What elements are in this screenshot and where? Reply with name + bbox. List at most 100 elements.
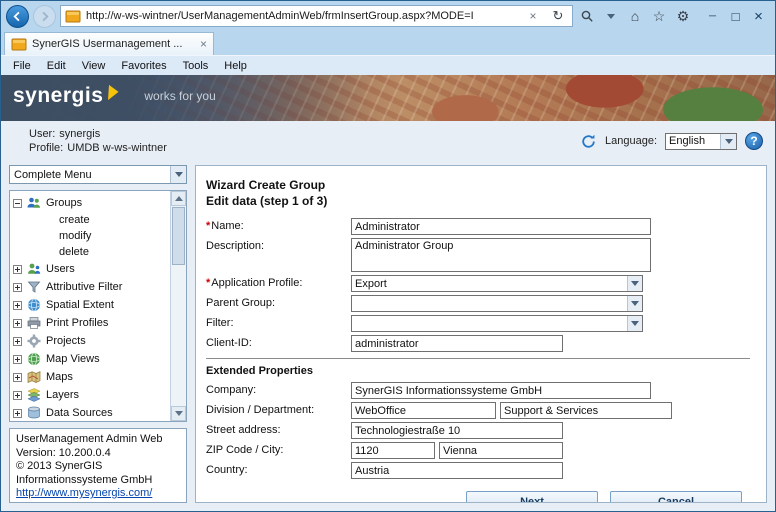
tree-item-label[interactable]: Data Sources: [46, 407, 113, 419]
favorites-button[interactable]: [649, 6, 669, 26]
chevron-down-icon: [631, 321, 639, 326]
tree-item-maps[interactable]: Maps: [13, 368, 167, 386]
tree-item-print-profiles[interactable]: Print Profiles: [13, 314, 167, 332]
tree-item-users[interactable]: Users: [13, 260, 167, 278]
search-button[interactable]: [577, 6, 597, 26]
tree-item-data-sources[interactable]: Data Sources: [13, 404, 167, 422]
banner-tagline: works for you: [144, 89, 215, 103]
description-textarea[interactable]: Administrator Group: [351, 238, 651, 272]
menu-view[interactable]: View: [74, 60, 114, 72]
forward-button[interactable]: [33, 5, 56, 28]
tree-item-label[interactable]: Attributive Filter: [46, 281, 122, 293]
globe-icon: [26, 297, 42, 313]
search-dropdown-button[interactable]: [601, 6, 621, 26]
application-profile-select[interactable]: Export: [351, 275, 643, 292]
tab-close-icon[interactable]: [200, 37, 207, 51]
minimize-button[interactable]: [701, 6, 724, 26]
chevron-down-icon: [175, 172, 183, 177]
reload-icon[interactable]: [580, 133, 597, 150]
navigation-tree: Groups create modify delete Users Attrib…: [9, 190, 187, 422]
expand-icon[interactable]: [13, 409, 22, 418]
section-divider: [206, 358, 750, 359]
street-input[interactable]: [351, 422, 563, 439]
tree-item-groups[interactable]: Groups: [13, 194, 167, 212]
forward-arrow-icon: [39, 11, 50, 22]
department-input[interactable]: [500, 402, 672, 419]
expand-icon[interactable]: [13, 301, 22, 310]
browser-tab[interactable]: SynerGIS Usermanagement ...: [4, 32, 214, 55]
expand-icon[interactable]: [13, 373, 22, 382]
next-button[interactable]: Next: [466, 491, 598, 503]
application-profile-value: Export: [355, 278, 387, 290]
menu-help[interactable]: Help: [216, 60, 255, 72]
form-row-client-id: Client-ID:: [206, 335, 756, 352]
maximize-button[interactable]: [724, 6, 747, 26]
expand-icon[interactable]: [13, 391, 22, 400]
scroll-down-button[interactable]: [171, 406, 186, 421]
tree-item-label[interactable]: Print Profiles: [46, 317, 108, 329]
tree-subitem-label[interactable]: modify: [59, 230, 91, 242]
user-label: User:: [29, 127, 55, 141]
menu-mode-select[interactable]: Complete Menu: [9, 165, 187, 184]
company-input[interactable]: [351, 382, 651, 399]
tree-subitem-delete[interactable]: delete: [13, 244, 167, 260]
tree-item-spatial-extent[interactable]: Spatial Extent: [13, 296, 167, 314]
tree-item-label[interactable]: Maps: [46, 371, 73, 383]
cancel-button[interactable]: Cancel: [610, 491, 742, 503]
back-button[interactable]: [6, 5, 29, 28]
client-id-input[interactable]: [351, 335, 563, 352]
tree-item-layers[interactable]: Layers: [13, 386, 167, 404]
tree-item-projects[interactable]: Projects: [13, 332, 167, 350]
expand-icon[interactable]: [13, 355, 22, 364]
form-row-parent-group: Parent Group:: [206, 295, 756, 312]
parent-group-select[interactable]: [351, 295, 643, 312]
form-row-name: *Name:: [206, 218, 756, 235]
url-text[interactable]: http://w-ws-wintner/UserManagementAdminW…: [86, 10, 518, 22]
stop-icon[interactable]: [523, 6, 543, 26]
expand-icon[interactable]: [13, 283, 22, 292]
country-input[interactable]: [351, 462, 563, 479]
expand-icon[interactable]: [13, 337, 22, 346]
language-select[interactable]: English: [665, 133, 737, 150]
tree-item-label[interactable]: Users: [46, 263, 75, 275]
collapse-icon[interactable]: [13, 199, 22, 208]
required-marker: *: [206, 277, 210, 289]
menu-file[interactable]: File: [5, 60, 39, 72]
home-button[interactable]: [625, 6, 645, 26]
scrollbar-track[interactable]: [171, 266, 186, 406]
synergis-link[interactable]: http://www.mysynergis.com/: [16, 487, 152, 499]
required-marker: *: [206, 220, 210, 232]
tree-item-label[interactable]: Spatial Extent: [46, 299, 114, 311]
expand-icon[interactable]: [13, 319, 22, 328]
help-button[interactable]: ?: [745, 132, 763, 150]
menu-favorites[interactable]: Favorites: [113, 60, 174, 72]
settings-button[interactable]: [673, 6, 693, 26]
tree-item-attributive-filter[interactable]: Attributive Filter: [13, 278, 167, 296]
menu-tools[interactable]: Tools: [175, 60, 217, 72]
tree-item-label[interactable]: Projects: [46, 335, 86, 347]
name-input[interactable]: [351, 218, 651, 235]
tree-item-map-views[interactable]: Map Views: [13, 350, 167, 368]
zip-input[interactable]: [351, 442, 435, 459]
close-button[interactable]: [747, 6, 770, 26]
menu-edit[interactable]: Edit: [39, 60, 74, 72]
tree-subitem-label[interactable]: delete: [59, 246, 89, 258]
tree-subitem-modify[interactable]: modify: [13, 228, 167, 244]
division-input[interactable]: [351, 402, 496, 419]
tree-subitem-create[interactable]: create: [13, 212, 167, 228]
street-label: Street address:: [206, 422, 351, 436]
refresh-page-icon[interactable]: [548, 6, 568, 26]
scrollbar-thumb[interactable]: [172, 207, 185, 265]
tree-item-label[interactable]: Map Views: [46, 353, 100, 365]
logo-row: synergis works for you: [13, 84, 216, 108]
url-bar[interactable]: http://w-ws-wintner/UserManagementAdminW…: [60, 5, 573, 27]
expand-icon[interactable]: [13, 265, 22, 274]
scroll-up-button[interactable]: [171, 191, 186, 206]
tree-scrollbar[interactable]: [170, 191, 186, 421]
tree-item-label[interactable]: Layers: [46, 389, 79, 401]
tree-subitem-label[interactable]: create: [59, 214, 90, 226]
city-input[interactable]: [439, 442, 563, 459]
tree-item-label[interactable]: Groups: [46, 197, 82, 209]
filter-select[interactable]: [351, 315, 643, 332]
description-label: Description:: [206, 238, 351, 252]
